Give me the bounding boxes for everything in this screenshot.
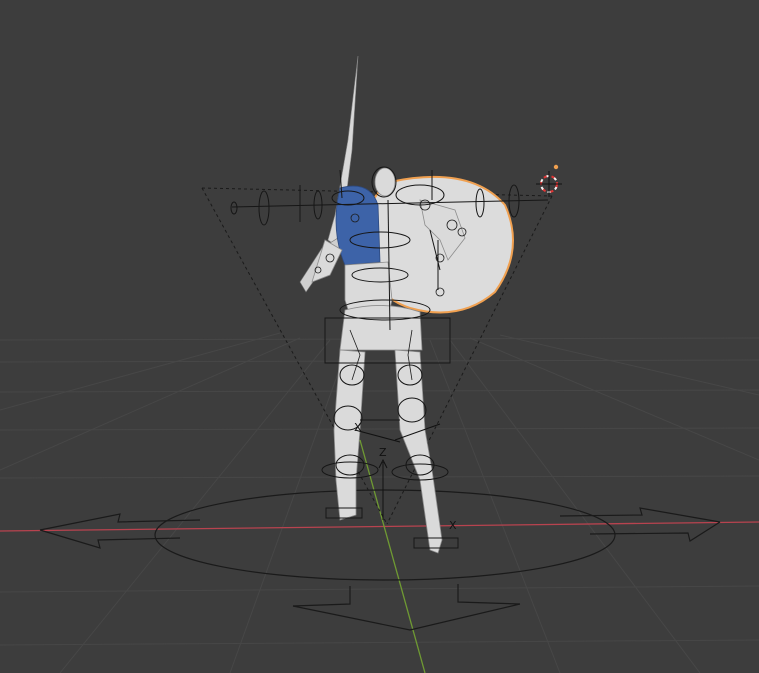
x-axis-line [0,521,759,532]
floor-grid [0,332,759,673]
gizmo-x-label-left: X [354,421,362,434]
gizmo-z-label: Z [379,446,387,459]
viewport-canvas[interactable]: Z X X [0,0,759,673]
gizmo-x-label-right: X [449,519,457,532]
3d-cursor-icon[interactable] [536,164,562,197]
3d-viewport[interactable]: Z X X [0,0,759,673]
